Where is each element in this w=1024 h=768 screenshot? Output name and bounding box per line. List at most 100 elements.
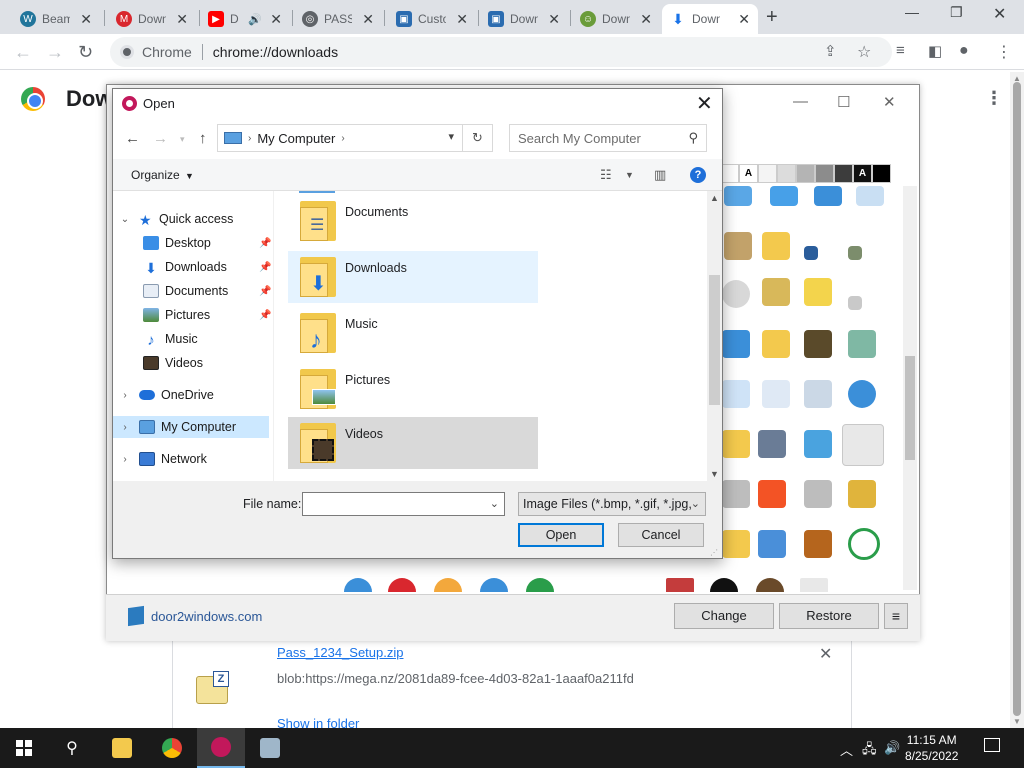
close-icon[interactable]: ✕: [883, 93, 896, 111]
pin-icon[interactable]: 📌: [259, 262, 271, 273]
restore-button[interactable]: Restore: [779, 603, 879, 629]
grid-icon[interactable]: [848, 330, 876, 358]
file-name-input[interactable]: [303, 493, 483, 515]
tab-beam[interactable]: W Beam ✕: [12, 4, 100, 34]
resize-grip-icon[interactable]: ⋰: [710, 548, 718, 557]
download-filename-link[interactable]: Pass_1234_Setup.zip: [277, 645, 403, 660]
nav-network[interactable]: › Network: [119, 448, 269, 470]
chevron-right-icon[interactable]: ›: [119, 422, 131, 433]
nav-onedrive[interactable]: › OneDrive: [119, 384, 269, 406]
nav-quick-access[interactable]: ⌄ ★ Quick access: [119, 208, 269, 230]
grid-icon[interactable]: [724, 232, 752, 260]
speaker-icon[interactable]: 🔊: [248, 13, 262, 26]
change-button[interactable]: Change: [674, 603, 774, 629]
page-scrollbar[interactable]: ▲ ▼: [1010, 72, 1024, 728]
music-icon[interactable]: [848, 380, 876, 408]
file-list-scrollbar[interactable]: ▲ ▼: [707, 191, 722, 481]
network-icon[interactable]: 🖧: [862, 740, 877, 762]
grid-icon[interactable]: [344, 578, 372, 592]
share-icon[interactable]: ⇪: [824, 42, 837, 60]
zip-folder-icon[interactable]: [762, 278, 790, 306]
back-icon[interactable]: ←: [125, 130, 140, 147]
search-button[interactable]: ⚲: [48, 728, 96, 768]
close-tab-icon[interactable]: ✕: [548, 11, 560, 28]
close-tab-icon[interactable]: ✕: [80, 11, 92, 28]
tab-mega[interactable]: M Down ✕: [108, 4, 196, 34]
grid-icon[interactable]: [434, 578, 462, 592]
close-tab-icon[interactable]: ✕: [362, 11, 374, 28]
nav-music[interactable]: ♪ Music: [143, 328, 269, 350]
nav-downloads[interactable]: ⬇ Downloads 📌: [143, 256, 271, 278]
close-tab-icon[interactable]: ✕: [456, 11, 468, 28]
preview-pane-icon[interactable]: ▥: [654, 167, 666, 183]
file-type-select[interactable]: Image Files (*.bmp, *.gif, *.jpg, ⌄: [518, 492, 706, 516]
address-breadcrumb[interactable]: › My Computer › ▾: [217, 124, 463, 152]
file-item-videos[interactable]: Videos: [288, 417, 538, 469]
taskbar-file-explorer[interactable]: [98, 728, 146, 768]
swatch[interactable]: [796, 164, 815, 183]
grid-icon[interactable]: [724, 186, 752, 206]
close-tab-icon[interactable]: ✕: [738, 11, 750, 28]
media-controls-icon[interactable]: ≡: [896, 42, 905, 59]
page-menu-icon[interactable]: ⋮: [985, 88, 1003, 109]
breadcrumb-my-computer[interactable]: My Computer: [257, 131, 335, 146]
swatch[interactable]: [834, 164, 853, 183]
menu-icon[interactable]: ≡: [884, 603, 908, 629]
taskbar-clock[interactable]: 11:15 AM 8/25/2022: [905, 732, 958, 764]
chevron-up-icon[interactable]: ︿: [840, 740, 853, 759]
lock-icon[interactable]: [804, 480, 832, 508]
speaker-icon[interactable]: [848, 296, 862, 310]
swatch[interactable]: [872, 164, 891, 183]
file-item-documents[interactable]: ☰ Documents: [288, 195, 538, 247]
grid-icon[interactable]: [770, 186, 798, 206]
nav-documents[interactable]: Documents 📌: [143, 280, 271, 302]
page-scroll-thumb[interactable]: [1013, 82, 1021, 716]
open-button[interactable]: Open: [518, 523, 604, 547]
grid-icon[interactable]: [856, 186, 884, 206]
forward-icon[interactable]: →: [46, 42, 64, 63]
grid-icon[interactable]: [800, 578, 828, 592]
tab-downloads-active[interactable]: ⬇ Down ✕: [662, 4, 758, 34]
profile-avatar-icon[interactable]: ●: [959, 42, 969, 60]
swatch[interactable]: A: [739, 164, 758, 183]
address-bar[interactable]: Chrome chrome://downloads: [110, 37, 892, 67]
taskbar-chrome[interactable]: [148, 728, 196, 768]
chrome-menu-icon[interactable]: ⋮: [996, 42, 1012, 62]
file-item-downloads[interactable]: ⬇ Downloads: [288, 251, 538, 303]
scroll-down-icon[interactable]: ▼: [710, 469, 719, 479]
search-input[interactable]: [510, 125, 680, 151]
grid-icon[interactable]: [666, 578, 694, 592]
remove-download-icon[interactable]: ✕: [819, 644, 832, 664]
star-icon[interactable]: [722, 430, 750, 458]
lock-icon[interactable]: [722, 480, 750, 508]
pin-icon[interactable]: 📌: [259, 238, 271, 249]
file-item-pictures[interactable]: Pictures: [288, 363, 538, 415]
arrows-icon[interactable]: [758, 530, 786, 558]
search-box[interactable]: ⚲: [509, 124, 707, 152]
notification-icon[interactable]: [984, 738, 1000, 752]
side-panel-icon[interactable]: ◧: [928, 42, 942, 60]
grid-icon[interactable]: [722, 530, 750, 558]
cancel-button[interactable]: Cancel: [618, 523, 704, 547]
swatch[interactable]: [815, 164, 834, 183]
tab-down-2[interactable]: ☺ Down ✕: [572, 4, 660, 34]
tab-custom[interactable]: ▣ Custo ✕: [388, 4, 476, 34]
bookmark-star-icon[interactable]: ☆: [857, 42, 871, 62]
file-name-combobox[interactable]: ⌄: [302, 492, 505, 516]
grid-icon[interactable]: [804, 430, 832, 458]
windows-lock-icon[interactable]: [758, 480, 786, 508]
grid-icon[interactable]: [758, 430, 786, 458]
chevron-down-icon[interactable]: ▾: [448, 130, 454, 143]
nav-pictures[interactable]: Pictures 📌: [143, 304, 271, 326]
nav-videos[interactable]: Videos: [143, 352, 269, 374]
chevron-down-icon[interactable]: ⌄: [119, 214, 131, 225]
start-button[interactable]: [0, 728, 48, 768]
close-tab-icon[interactable]: ✕: [270, 11, 282, 28]
volume-icon[interactable]: 🔊: [884, 740, 900, 756]
pin-icon[interactable]: 📌: [259, 310, 271, 321]
restore-icon[interactable]: ❐: [950, 4, 963, 21]
swatch[interactable]: [777, 164, 796, 183]
chevron-right-icon[interactable]: ›: [119, 390, 131, 401]
grid-icon[interactable]: [814, 186, 842, 206]
lock-icon[interactable]: [848, 480, 876, 508]
